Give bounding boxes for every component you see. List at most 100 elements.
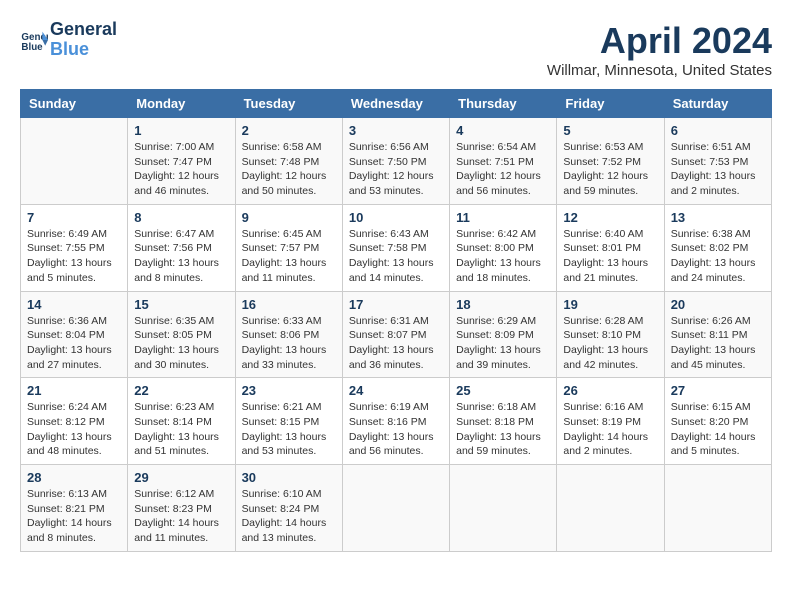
day-info: Sunrise: 6:31 AMSunset: 8:07 PMDaylight:… xyxy=(349,314,443,373)
month-title: April 2024 xyxy=(547,20,772,62)
day-number: 5 xyxy=(563,123,657,138)
day-info: Sunrise: 6:54 AMSunset: 7:51 PMDaylight:… xyxy=(456,140,550,199)
day-info: Sunrise: 6:21 AMSunset: 8:15 PMDaylight:… xyxy=(242,400,336,459)
day-info: Sunrise: 6:18 AMSunset: 8:18 PMDaylight:… xyxy=(456,400,550,459)
day-info: Sunrise: 6:38 AMSunset: 8:02 PMDaylight:… xyxy=(671,227,765,286)
calendar-day-cell: 20 Sunrise: 6:26 AMSunset: 8:11 PMDayligh… xyxy=(664,291,771,378)
day-number: 12 xyxy=(563,210,657,225)
calendar-header: SundayMondayTuesdayWednesdayThursdayFrid… xyxy=(21,90,772,118)
location: Willmar, Minnesota, United States xyxy=(547,62,772,79)
day-number: 25 xyxy=(456,383,550,398)
day-number: 13 xyxy=(671,210,765,225)
calendar-day-cell: 29 Sunrise: 6:12 AMSunset: 8:23 PMDayligh… xyxy=(128,465,235,552)
calendar-day-cell: 18 Sunrise: 6:29 AMSunset: 8:09 PMDayligh… xyxy=(450,291,557,378)
day-info: Sunrise: 6:29 AMSunset: 8:09 PMDaylight:… xyxy=(456,314,550,373)
calendar-day-cell xyxy=(342,465,449,552)
day-info: Sunrise: 6:51 AMSunset: 7:53 PMDaylight:… xyxy=(671,140,765,199)
day-number: 2 xyxy=(242,123,336,138)
calendar-day-cell: 21 Sunrise: 6:24 AMSunset: 8:12 PMDayligh… xyxy=(21,378,128,465)
calendar-week-row: 1Sunrise: 7:00 AMSunset: 7:47 PMDaylight… xyxy=(21,118,772,205)
page-header: General Blue General Blue April 2024 Wil… xyxy=(20,20,772,79)
calendar-day-cell: 9Sunrise: 6:45 AMSunset: 7:57 PMDaylight… xyxy=(235,204,342,291)
day-info: Sunrise: 6:33 AMSunset: 8:06 PMDaylight:… xyxy=(242,314,336,373)
logo: General Blue General Blue xyxy=(20,20,117,60)
day-number: 22 xyxy=(134,383,228,398)
day-number: 14 xyxy=(27,297,121,312)
calendar-day-cell: 17 Sunrise: 6:31 AMSunset: 8:07 PMDayligh… xyxy=(342,291,449,378)
title-block: April 2024 Willmar, Minnesota, United St… xyxy=(547,20,772,79)
logo-icon: General Blue xyxy=(20,26,48,54)
day-info: Sunrise: 6:49 AMSunset: 7:55 PMDaylight:… xyxy=(27,227,121,286)
day-number: 9 xyxy=(242,210,336,225)
calendar-day-cell: 27Sunrise: 6:15 AMSunset: 8:20 PMDayligh… xyxy=(664,378,771,465)
svg-text:Blue: Blue xyxy=(21,42,43,53)
calendar-week-row: 7 Sunrise: 6:49 AMSunset: 7:55 PMDaylight… xyxy=(21,204,772,291)
day-info: Sunrise: 6:16 AMSunset: 8:19 PMDaylight:… xyxy=(563,400,657,459)
day-info: Sunrise: 6:36 AMSunset: 8:04 PMDaylight:… xyxy=(27,314,121,373)
day-info: Sunrise: 6:10 AMSunset: 8:24 PMDaylight:… xyxy=(242,487,336,546)
day-number: 7 xyxy=(27,210,121,225)
calendar-day-cell: 23Sunrise: 6:21 AMSunset: 8:15 PMDayligh… xyxy=(235,378,342,465)
calendar-day-cell: 28Sunrise: 6:13 AMSunset: 8:21 PMDayligh… xyxy=(21,465,128,552)
logo-text-line1: General xyxy=(50,20,117,40)
calendar-day-cell: 2 Sunrise: 6:58 AMSunset: 7:48 PMDaylight… xyxy=(235,118,342,205)
day-number: 17 xyxy=(349,297,443,312)
calendar-week-row: 14 Sunrise: 6:36 AMSunset: 8:04 PMDayligh… xyxy=(21,291,772,378)
calendar-day-cell: 6 Sunrise: 6:51 AMSunset: 7:53 PMDaylight… xyxy=(664,118,771,205)
weekday-header: Wednesday xyxy=(342,90,449,118)
calendar-day-cell: 14 Sunrise: 6:36 AMSunset: 8:04 PMDayligh… xyxy=(21,291,128,378)
day-number: 18 xyxy=(456,297,550,312)
day-number: 29 xyxy=(134,470,228,485)
day-number: 27 xyxy=(671,383,765,398)
day-number: 16 xyxy=(242,297,336,312)
calendar-day-cell: 13 Sunrise: 6:38 AMSunset: 8:02 PMDayligh… xyxy=(664,204,771,291)
calendar-day-cell: 11 Sunrise: 6:42 AMSunset: 8:00 PMDayligh… xyxy=(450,204,557,291)
calendar-day-cell: 30 Sunrise: 6:10 AMSunset: 8:24 PMDayligh… xyxy=(235,465,342,552)
day-info: Sunrise: 6:42 AMSunset: 8:00 PMDaylight:… xyxy=(456,227,550,286)
day-info: Sunrise: 6:35 AMSunset: 8:05 PMDaylight:… xyxy=(134,314,228,373)
logo-text-line2: Blue xyxy=(50,40,117,60)
day-number: 19 xyxy=(563,297,657,312)
calendar-day-cell: 16 Sunrise: 6:33 AMSunset: 8:06 PMDayligh… xyxy=(235,291,342,378)
calendar-day-cell xyxy=(21,118,128,205)
calendar-day-cell: 1Sunrise: 7:00 AMSunset: 7:47 PMDaylight… xyxy=(128,118,235,205)
day-number: 26 xyxy=(563,383,657,398)
calendar-day-cell: 22 Sunrise: 6:23 AMSunset: 8:14 PMDayligh… xyxy=(128,378,235,465)
day-number: 24 xyxy=(349,383,443,398)
day-number: 6 xyxy=(671,123,765,138)
day-number: 30 xyxy=(242,470,336,485)
calendar-day-cell xyxy=(450,465,557,552)
day-number: 21 xyxy=(27,383,121,398)
calendar-day-cell: 15 Sunrise: 6:35 AMSunset: 8:05 PMDayligh… xyxy=(128,291,235,378)
day-info: Sunrise: 6:26 AMSunset: 8:11 PMDaylight:… xyxy=(671,314,765,373)
calendar-week-row: 28Sunrise: 6:13 AMSunset: 8:21 PMDayligh… xyxy=(21,465,772,552)
day-info: Sunrise: 6:24 AMSunset: 8:12 PMDaylight:… xyxy=(27,400,121,459)
day-info: Sunrise: 7:00 AMSunset: 7:47 PMDaylight:… xyxy=(134,140,228,199)
weekday-header: Tuesday xyxy=(235,90,342,118)
calendar-week-row: 21 Sunrise: 6:24 AMSunset: 8:12 PMDayligh… xyxy=(21,378,772,465)
weekday-header: Sunday xyxy=(21,90,128,118)
day-number: 10 xyxy=(349,210,443,225)
calendar-day-cell: 8Sunrise: 6:47 AMSunset: 7:56 PMDaylight… xyxy=(128,204,235,291)
day-number: 15 xyxy=(134,297,228,312)
calendar-day-cell: 24Sunrise: 6:19 AMSunset: 8:16 PMDayligh… xyxy=(342,378,449,465)
calendar-table: SundayMondayTuesdayWednesdayThursdayFrid… xyxy=(20,89,772,552)
day-number: 11 xyxy=(456,210,550,225)
weekday-header: Monday xyxy=(128,90,235,118)
day-info: Sunrise: 6:58 AMSunset: 7:48 PMDaylight:… xyxy=(242,140,336,199)
day-number: 3 xyxy=(349,123,443,138)
calendar-day-cell: 12 Sunrise: 6:40 AMSunset: 8:01 PMDayligh… xyxy=(557,204,664,291)
weekday-header: Friday xyxy=(557,90,664,118)
calendar-day-cell: 5 Sunrise: 6:53 AMSunset: 7:52 PMDaylight… xyxy=(557,118,664,205)
calendar-day-cell: 4Sunrise: 6:54 AMSunset: 7:51 PMDaylight… xyxy=(450,118,557,205)
weekday-header: Thursday xyxy=(450,90,557,118)
day-info: Sunrise: 6:53 AMSunset: 7:52 PMDaylight:… xyxy=(563,140,657,199)
day-info: Sunrise: 6:23 AMSunset: 8:14 PMDaylight:… xyxy=(134,400,228,459)
day-info: Sunrise: 6:40 AMSunset: 8:01 PMDaylight:… xyxy=(563,227,657,286)
day-info: Sunrise: 6:12 AMSunset: 8:23 PMDaylight:… xyxy=(134,487,228,546)
calendar-day-cell xyxy=(557,465,664,552)
calendar-day-cell: 10Sunrise: 6:43 AMSunset: 7:58 PMDayligh… xyxy=(342,204,449,291)
day-number: 20 xyxy=(671,297,765,312)
calendar-day-cell: 19Sunrise: 6:28 AMSunset: 8:10 PMDayligh… xyxy=(557,291,664,378)
calendar-body: 1Sunrise: 7:00 AMSunset: 7:47 PMDaylight… xyxy=(21,118,772,552)
